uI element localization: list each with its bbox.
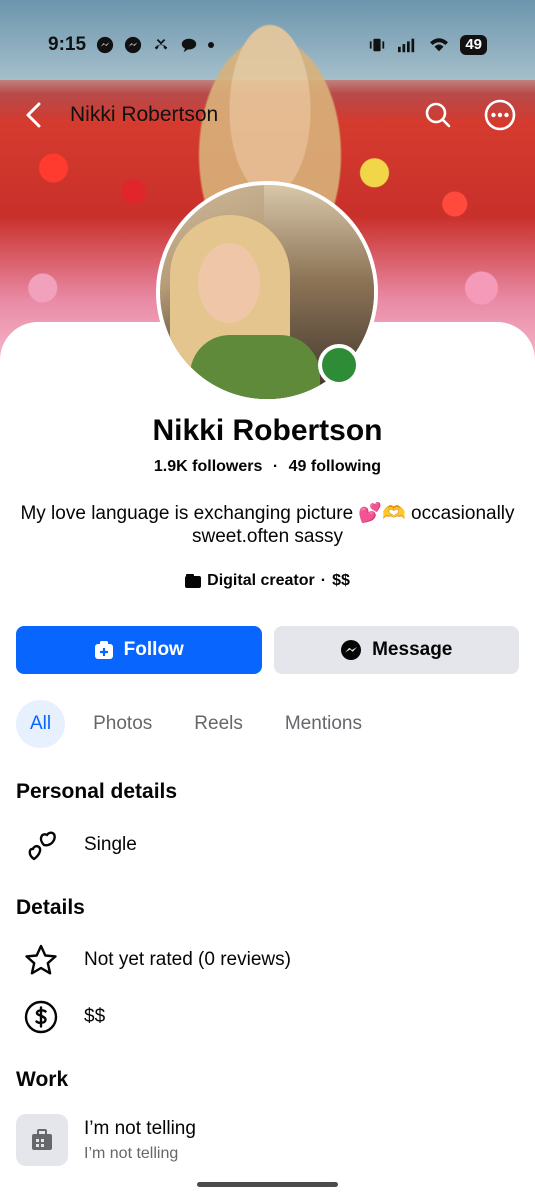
message-button[interactable]: Message [273, 626, 519, 674]
price-row: $$ [16, 992, 519, 1042]
avatar-face [198, 243, 260, 323]
workplace-icon-wrap [16, 1114, 68, 1166]
relationship-icon-wrap [16, 820, 68, 870]
status-left: 9:15 [48, 34, 215, 56]
workplace-text: I’m not telling I’m not telling [84, 1118, 196, 1163]
nav-title: Nikki Robertson [70, 103, 219, 126]
star-icon [25, 944, 57, 975]
home-indicator[interactable] [197, 1182, 338, 1187]
price-range: $$ [84, 1006, 106, 1027]
relationship-row: Single [16, 820, 519, 870]
rating-icon-wrap [16, 935, 68, 985]
following-count[interactable]: 49 following [289, 458, 381, 475]
status-bar: 9:15 49 [0, 30, 535, 60]
personal-details-title: Personal details [16, 780, 178, 803]
rating-row[interactable]: Not yet rated (0 reviews) [16, 935, 519, 985]
status-time: 9:15 [48, 34, 87, 55]
follow-button[interactable]: Follow [16, 626, 262, 674]
status-right: 49 [368, 35, 487, 55]
bio-line-2: sweet.often sassy [191, 526, 344, 547]
messenger-icon [96, 36, 114, 54]
dollar-circle-icon [24, 1000, 58, 1034]
workplace-name: I’m not telling [84, 1117, 196, 1139]
follow-label: Follow [123, 639, 184, 660]
workplace-row[interactable]: I’m not telling I’m not telling [16, 1112, 519, 1168]
messenger-icon-2 [124, 36, 142, 54]
followers-count[interactable]: 1.9K followers [154, 458, 262, 475]
profile-tabs: All Photos Reels Mentions [16, 700, 376, 748]
category-separator: · [320, 572, 327, 589]
rating-text: Not yet rated (0 reviews) [84, 949, 291, 970]
tab-photos[interactable]: Photos [79, 700, 166, 748]
work-title: Work [16, 1068, 69, 1091]
messenger-icon [341, 640, 362, 660]
status-more-dot [208, 42, 215, 48]
nav-actions [421, 98, 517, 132]
more-horizontal-icon [484, 99, 516, 131]
profile-name: Nikki Robertson [152, 414, 383, 447]
category-label: Digital creator [207, 572, 315, 589]
profile-sheet [0, 322, 535, 1200]
online-status-dot [318, 344, 360, 386]
briefcase-icon [32, 1129, 52, 1150]
tab-all[interactable]: All [16, 700, 66, 748]
profile-stats: 1.9K followers · 49 following [0, 458, 535, 476]
details-title: Details [16, 896, 85, 919]
profile-bio: My love language is exchanging picture 💕… [12, 502, 523, 548]
bio-line-1: My love language is exchanging picture 💕… [20, 503, 515, 524]
price-icon-wrap [16, 992, 68, 1042]
top-nav: Nikki Robertson [0, 92, 535, 138]
relationship-status: Single [84, 834, 137, 855]
search-button[interactable] [421, 98, 455, 132]
back-button[interactable] [18, 100, 48, 130]
wifi-icon [430, 38, 449, 52]
workplace-subtitle: I’m not telling [84, 1144, 179, 1162]
missed-call-icon [154, 38, 168, 50]
category-price: $$ [332, 572, 350, 589]
action-buttons: Follow Message [16, 626, 519, 674]
more-options-button[interactable] [483, 98, 517, 132]
chevron-left-icon [26, 102, 41, 128]
avatar-dress [190, 335, 320, 399]
battery-indicator: 49 [460, 35, 487, 55]
follow-icon [94, 641, 113, 659]
stats-separator: · [272, 458, 279, 475]
message-label: Message [372, 639, 453, 660]
category-icon [185, 574, 202, 588]
profile-category: Digital creator · $$ [0, 572, 535, 590]
hearts-icon [28, 831, 56, 861]
vibrate-icon [370, 38, 385, 52]
search-icon [425, 102, 451, 128]
chat-bubble-icon [181, 38, 197, 53]
tab-reels[interactable]: Reels [180, 700, 257, 748]
signal-icon [398, 38, 415, 53]
tab-mentions[interactable]: Mentions [271, 700, 376, 748]
